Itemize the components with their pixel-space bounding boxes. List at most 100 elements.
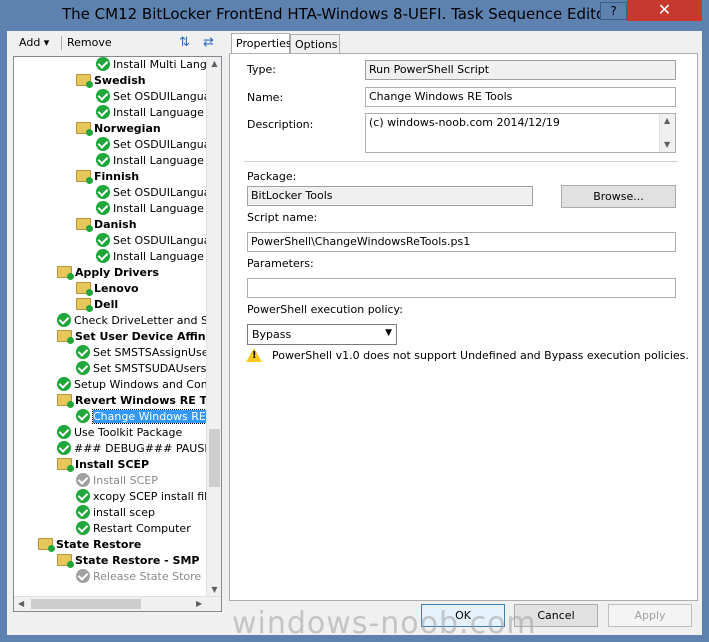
tree-node-label: State Restore - SMP: [75, 554, 200, 567]
execution-policy-value: Bypass: [252, 328, 292, 341]
step-check-icon: [96, 185, 110, 199]
tree-node[interactable]: Norwegian: [76, 121, 161, 137]
tree-node[interactable]: Dell: [76, 297, 118, 313]
group-folder-icon: [76, 122, 93, 136]
tree-node[interactable]: Set SMSTSUDAUsers: [76, 361, 206, 377]
tree-node[interactable]: Install Multi Languag: [96, 57, 209, 73]
tree-node-label: Set OSDUILanguag: [113, 90, 209, 103]
tree-node-label: Set OSDUILanguag: [113, 234, 209, 247]
tree-node[interactable]: Change Windows RE T: [76, 409, 209, 425]
tree-node[interactable]: Set OSDUILanguag: [96, 185, 209, 201]
scroll-right-icon[interactable]: ▶: [196, 599, 202, 608]
name-field[interactable]: Change Windows RE Tools: [365, 87, 676, 107]
client-area: Add ▾ Remove ⇅ ⇄ Install Multi Languag Sw…: [7, 31, 702, 635]
tree-horizontal-scrollbar[interactable]: ◀ ▶: [14, 596, 221, 611]
tree-node[interactable]: Check DriveLetter and Set C: [57, 313, 209, 329]
scroll-up-icon[interactable]: ▲: [210, 59, 219, 68]
scroll-down-icon[interactable]: ▼: [210, 585, 219, 594]
tree-node[interactable]: Set OSDUILanguag: [96, 137, 209, 153]
tab-options[interactable]: Options: [290, 34, 340, 54]
group-folder-icon: [57, 394, 74, 408]
tree-node[interactable]: Install Language Pa: [96, 201, 209, 217]
step-check-icon: [96, 89, 110, 103]
step-check-icon: [57, 425, 71, 439]
tree-node[interactable]: State Restore: [38, 537, 141, 553]
tree-node-label: Swedish: [94, 74, 146, 87]
tree-node[interactable]: Lenovo: [76, 281, 139, 297]
type-label: Type:: [247, 63, 276, 76]
tree-node-label: Set SMSTSAssignUsers: [93, 346, 209, 359]
tree-node[interactable]: Revert Windows RE To: [57, 393, 209, 409]
tree-node[interactable]: Install Language Pa: [96, 153, 209, 169]
name-label: Name:: [247, 91, 284, 104]
step-check-icon: [76, 345, 90, 359]
script-name-field[interactable]: PowerShell\ChangeWindowsReTools.ps1: [247, 232, 676, 252]
tree-node-label: Setup Windows and Configu: [74, 378, 209, 391]
tree-node[interactable]: Install Language Pa: [96, 105, 209, 121]
tree-node[interactable]: Release State Store: [76, 569, 201, 585]
description-text: (c) windows-noob.com 2014/12/19: [369, 116, 560, 129]
remove-button[interactable]: Remove: [67, 36, 112, 49]
tree-node[interactable]: State Restore - SMP: [57, 553, 200, 569]
close-button[interactable]: ✕: [627, 0, 702, 21]
tree-node[interactable]: Setup Windows and Configu: [57, 377, 209, 393]
execution-policy-select[interactable]: Bypass ▼: [247, 324, 397, 345]
step-check-icon: [96, 153, 110, 167]
browse-button[interactable]: Browse...: [561, 185, 676, 208]
tree-node-label: Check DriveLetter and Set C: [74, 314, 209, 327]
tree-node-label: Restart Computer: [93, 522, 191, 535]
tree-node-label: Release State Store: [93, 570, 202, 583]
tree-node[interactable]: Use Toolkit Package: [57, 425, 182, 441]
tree-node-label: Install Language Pa: [113, 154, 209, 167]
tree-node[interactable]: Set OSDUILanguag: [96, 233, 209, 249]
tree-vertical-scrollbar[interactable]: ▲ ▼: [206, 57, 221, 597]
scroll-down-icon[interactable]: ▼: [664, 140, 670, 149]
tree-node[interactable]: Install SCEP: [76, 473, 158, 489]
tree-node[interactable]: Restart Computer: [76, 521, 191, 537]
step-check-icon: [96, 201, 110, 215]
tree-node[interactable]: xcopy SCEP install files: [76, 489, 209, 505]
toolbar-separator: [61, 36, 62, 50]
step-check-icon: [96, 105, 110, 119]
tree-node[interactable]: Danish: [76, 217, 137, 233]
tree-node[interactable]: Install Language Pa: [96, 249, 209, 265]
help-button[interactable]: ?: [600, 2, 627, 20]
parameters-field[interactable]: [247, 278, 676, 298]
step-check-icon: [76, 409, 90, 423]
tree-node[interactable]: ### DEBUG### PAUSE T: [57, 441, 209, 457]
move-up-icon[interactable]: ⇅: [179, 35, 195, 51]
disabled-step-icon: [76, 473, 90, 487]
apply-button[interactable]: Apply: [608, 604, 692, 627]
tree-node[interactable]: Set SMSTSAssignUsers: [76, 345, 209, 361]
tree-node-label: Install Language Pa: [113, 106, 209, 119]
scroll-up-icon[interactable]: ▲: [664, 116, 670, 125]
scroll-thumb[interactable]: [209, 429, 220, 487]
move-down-icon[interactable]: ⇄: [203, 35, 219, 51]
scroll-left-icon[interactable]: ◀: [18, 599, 24, 608]
tree-node-label: Install Language Pa: [113, 202, 209, 215]
task-sequence-tree[interactable]: Install Multi Languag Swedish Set OSDUILan…: [13, 56, 222, 612]
add-menu-button[interactable]: Add ▾: [19, 36, 49, 49]
tab-properties[interactable]: Properties: [231, 33, 292, 55]
tree-node[interactable]: Set OSDUILanguag: [96, 89, 209, 105]
tree-node[interactable]: Set User Device Affinity: [57, 329, 209, 345]
step-check-icon: [76, 489, 90, 503]
description-scrollbar[interactable]: ▲ ▼: [659, 114, 675, 152]
tree-node-label: Install SCEP: [93, 474, 158, 487]
tree-node[interactable]: Apply Drivers: [57, 265, 159, 281]
tree-node-label: State Restore: [56, 538, 142, 551]
tree-node[interactable]: Swedish: [76, 73, 146, 89]
package-label: Package:: [247, 170, 297, 183]
step-check-icon: [76, 505, 90, 519]
tree-node[interactable]: Finnish: [76, 169, 139, 185]
tree-node[interactable]: Install SCEP: [57, 457, 149, 473]
hscroll-thumb[interactable]: [31, 599, 141, 609]
tree-node[interactable]: install scep: [76, 505, 155, 521]
parameters-label: Parameters:: [247, 257, 314, 270]
description-field[interactable]: (c) windows-noob.com 2014/12/19 ▲ ▼: [365, 113, 676, 153]
description-label: Description:: [247, 118, 314, 131]
group-folder-icon: [76, 282, 93, 296]
tree-node-label: Set OSDUILanguag: [113, 186, 209, 199]
group-folder-icon: [76, 298, 93, 312]
step-check-icon: [96, 249, 110, 263]
